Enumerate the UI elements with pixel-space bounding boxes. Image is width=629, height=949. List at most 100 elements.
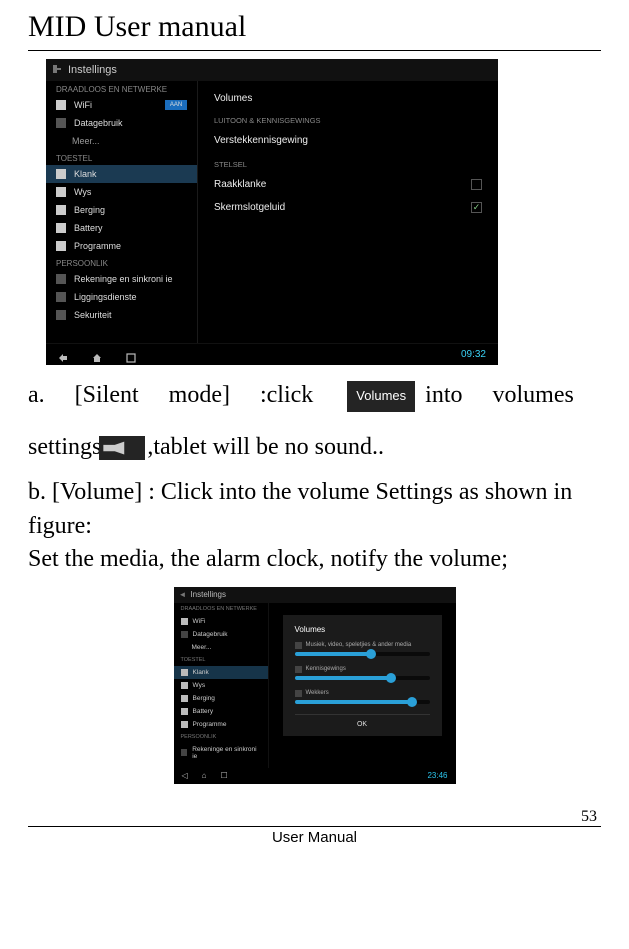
para-a-line2: settings,tablet will be no sound..: [28, 431, 601, 465]
notif-icon: [295, 666, 302, 673]
item-volumes[interactable]: Volumes: [214, 87, 482, 110]
media-slider[interactable]: [295, 652, 430, 656]
page-number: 53: [28, 808, 601, 826]
s2-sec3: PERSOONLIK: [174, 731, 268, 743]
media-icon: [295, 642, 302, 649]
settings-screenshot-2: ◄ Instellings DRAADLOOS EN NETWERKE WiFi…: [174, 587, 456, 784]
lock-icon: [56, 310, 66, 320]
notif-slider[interactable]: [295, 676, 430, 680]
display-icon: [181, 682, 188, 689]
nav-back-icon[interactable]: ◁: [182, 771, 188, 780]
battery-label: Battery: [74, 223, 103, 233]
para-a: a. [Silent mode] :click Volumes into vol…: [28, 379, 601, 413]
sidebar-sound[interactable]: Klank: [46, 165, 197, 183]
screenlock-checkbox[interactable]: ✓: [471, 202, 482, 213]
s2-wifi-label: WiFi: [193, 618, 206, 625]
apps-label: Programme: [74, 241, 121, 251]
s2-storage[interactable]: Berging: [174, 692, 268, 705]
touch-sounds-label: Raakklanke: [214, 179, 266, 190]
storage-icon: [181, 695, 188, 702]
volumes-badge: Volumes: [347, 381, 415, 411]
sidebar-security[interactable]: Sekuriteit: [46, 306, 197, 324]
wifi-icon: [181, 618, 188, 625]
s1-topbar: Instellings: [46, 59, 498, 81]
nav-home-icon[interactable]: ⌂: [202, 771, 207, 780]
para-a-w2: mode]: [169, 382, 230, 408]
nav-recent-icon[interactable]: [126, 350, 136, 360]
para-a-rest: ,tablet will be no sound..: [147, 434, 384, 460]
security-label: Sekuriteit: [74, 310, 112, 320]
sound-label: Klank: [74, 169, 97, 179]
sidebar-more[interactable]: Meer...: [46, 132, 197, 150]
item-touch-sounds[interactable]: Raakklanke: [214, 173, 482, 196]
s2-apps[interactable]: Programme: [174, 718, 268, 731]
para-a-pre: a.: [28, 382, 45, 408]
sidebar-display[interactable]: Wys: [46, 183, 197, 201]
s2-display-label: Wys: [193, 682, 206, 689]
s2-sound[interactable]: Klank: [174, 666, 268, 679]
dialog-ok-button[interactable]: OK: [295, 714, 430, 728]
item-default-sub: [214, 148, 482, 154]
header-system: STELSEL: [214, 160, 482, 169]
s1-title: Instellings: [68, 64, 117, 76]
screenlock-label: Skermslotgeluid: [214, 202, 285, 213]
s2-battery[interactable]: Battery: [174, 705, 268, 718]
nav-back-icon[interactable]: [58, 350, 68, 360]
s2-wifi[interactable]: WiFi: [174, 615, 268, 628]
battery-icon: [56, 223, 66, 233]
display-label: Wys: [74, 187, 91, 197]
s1-sidebar: DRAADLOOS EN NETWERKE WiFi AAN Datagebru…: [46, 81, 198, 343]
s2-display[interactable]: Wys: [174, 679, 268, 692]
nav-recent-icon[interactable]: ☐: [221, 771, 228, 780]
sidebar-accounts[interactable]: Rekeninge en sinkroni ie: [46, 270, 197, 288]
s2-battery-label: Battery: [193, 708, 214, 715]
slider-label-alarm: Wekkers: [295, 690, 430, 697]
data-icon: [56, 118, 66, 128]
alarm-slider[interactable]: [295, 700, 430, 704]
wifi-icon: [56, 100, 66, 110]
display-icon: [56, 187, 66, 197]
s2-accounts[interactable]: Rekeninge en sinkroni ie: [174, 743, 268, 763]
s2-sidebar: DRAADLOOS EN NETWERKE WiFi Datagebruik M…: [174, 603, 269, 768]
data-label: Datagebruik: [74, 118, 123, 128]
section-personal: PERSOONLIK: [46, 255, 197, 270]
nav-home-icon[interactable]: [92, 350, 102, 360]
section-wireless: DRAADLOOS EN NETWERKE: [46, 81, 197, 96]
storage-label: Berging: [74, 205, 105, 215]
sidebar-storage[interactable]: Berging: [46, 201, 197, 219]
slider-label-media: Musiek, video, speletjies & ander media: [295, 642, 430, 649]
sidebar-data[interactable]: Datagebruik: [46, 114, 197, 132]
accounts-icon: [181, 749, 188, 756]
s2-back-icon[interactable]: ◄: [179, 590, 187, 599]
item-screenlock-sound[interactable]: Skermslotgeluid ✓: [214, 196, 482, 219]
location-icon: [56, 292, 66, 302]
sound-icon: [56, 169, 66, 179]
sidebar-apps[interactable]: Programme: [46, 237, 197, 255]
s2-data[interactable]: Datagebruik: [174, 628, 268, 641]
apps-icon: [56, 241, 66, 251]
sidebar-location[interactable]: Liggingsdienste: [46, 288, 197, 306]
s1-content: Volumes LUITOON & KENNISGEWINGS Verstekk…: [198, 81, 498, 343]
s2-sec1: DRAADLOOS EN NETWERKE: [174, 603, 268, 615]
para-b: b. [Volume] : Click into the volume Sett…: [28, 476, 601, 543]
sound-icon: [181, 669, 188, 676]
s2-storage-label: Berging: [193, 695, 215, 702]
apps-icon: [181, 721, 188, 728]
para-a-w5: volumes: [493, 382, 574, 408]
s2-more[interactable]: Meer...: [174, 641, 268, 654]
alarm-icon: [295, 690, 302, 697]
location-label: Liggingsdienste: [74, 292, 137, 302]
battery-icon: [181, 708, 188, 715]
data-icon: [181, 631, 188, 638]
accounts-icon: [56, 274, 66, 284]
s2-clock: 23:46: [427, 771, 447, 780]
touch-sounds-checkbox[interactable]: [471, 179, 482, 190]
document-title: MID User manual: [28, 10, 601, 44]
sidebar-battery[interactable]: Battery: [46, 219, 197, 237]
back-icon[interactable]: [52, 63, 62, 77]
wifi-switch[interactable]: AAN: [165, 100, 187, 110]
volumes-dialog: Volumes Musiek, video, speletjies & ande…: [283, 615, 442, 736]
s2-title: Instellings: [190, 590, 226, 599]
sidebar-wifi[interactable]: WiFi AAN: [46, 96, 197, 114]
s2-acc-label: Rekeninge en sinkroni ie: [192, 746, 260, 760]
